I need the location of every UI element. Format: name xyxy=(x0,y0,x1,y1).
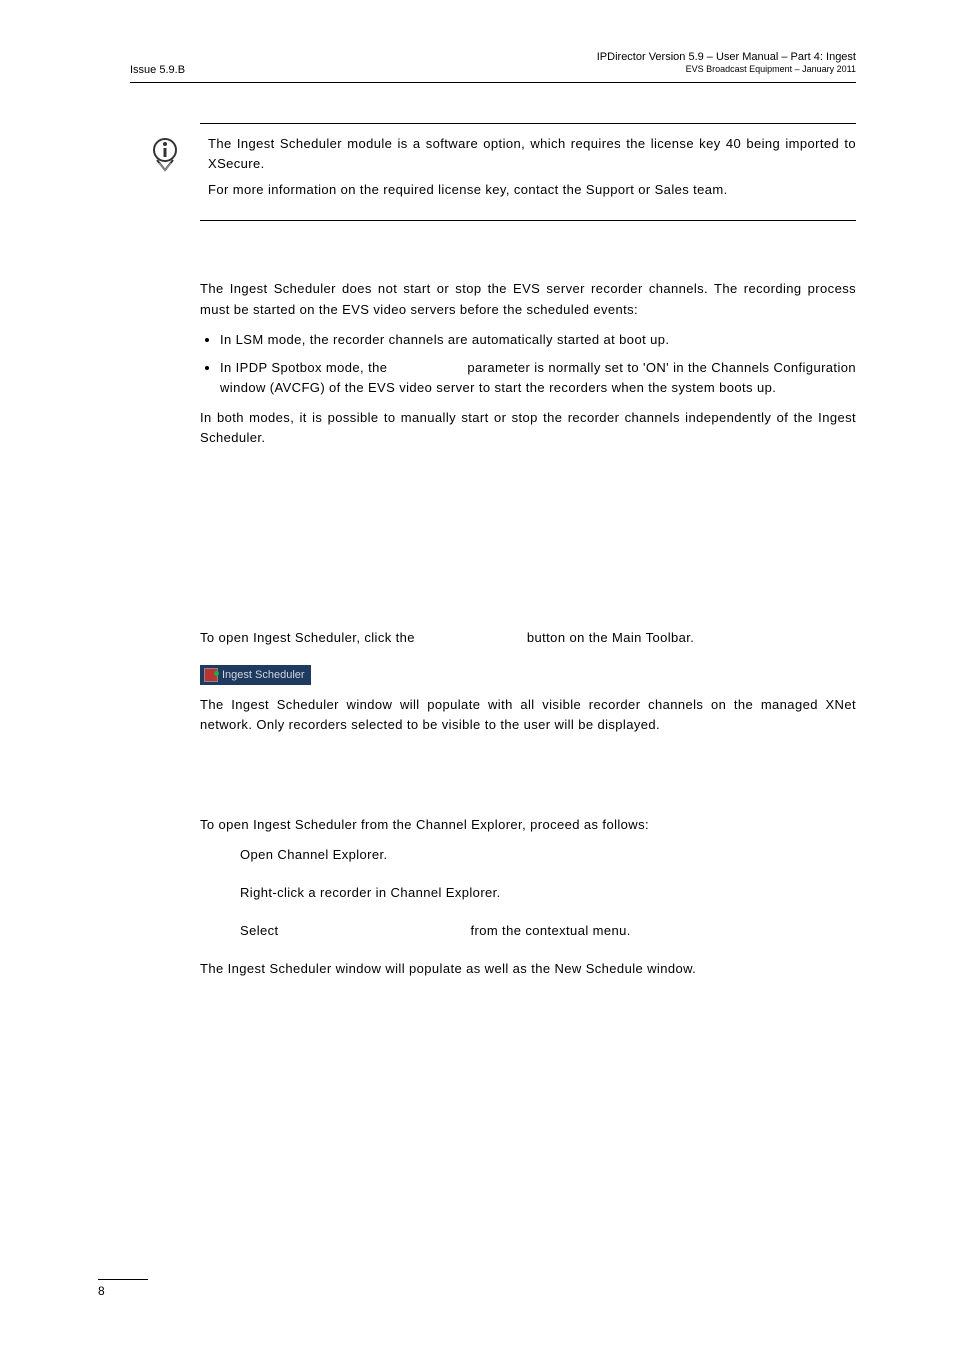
sec1-p1a: To open Ingest Scheduler, click the xyxy=(200,630,419,645)
header-title: IPDirector Version 5.9 – User Manual – P… xyxy=(597,50,856,64)
body1-p1: The Ingest Scheduler does not start or s… xyxy=(200,279,856,319)
note-p1: The Ingest Scheduler module is a softwar… xyxy=(208,134,856,174)
scheduler-icon xyxy=(204,668,218,682)
note-text: The Ingest Scheduler module is a softwar… xyxy=(208,134,856,206)
page-number-rule xyxy=(98,1279,148,1280)
note-box: The Ingest Scheduler module is a softwar… xyxy=(200,123,856,221)
sec2-intro: To open Ingest Scheduler from the Channe… xyxy=(200,815,856,835)
page-header: Issue 5.9.B IPDirector Version 5.9 – Use… xyxy=(130,50,856,80)
sec2-outro: The Ingest Scheduler window will populat… xyxy=(200,959,856,979)
header-right: IPDirector Version 5.9 – User Manual – P… xyxy=(597,50,856,76)
step3a: Select xyxy=(240,923,283,938)
sec1-p1b: button on the Main Toolbar. xyxy=(523,630,694,645)
steps-list: Open Channel Explorer. Right-click a rec… xyxy=(240,845,856,941)
header-issue: Issue 5.9.B xyxy=(130,64,185,76)
bullet-2a: In IPDP Spotbox mode, the xyxy=(220,360,391,375)
step-3: Select Record Scheduler > Schedule from … xyxy=(240,921,856,941)
step3b: from the contextual menu. xyxy=(466,923,630,938)
body-block-1: The Ingest Scheduler does not start or s… xyxy=(200,279,856,448)
body1-p2: In both modes, it is possible to manuall… xyxy=(200,408,856,448)
step-1: Open Channel Explorer. xyxy=(240,845,856,865)
sec1-p2: The Ingest Scheduler window will populat… xyxy=(200,695,856,735)
header-subtitle: EVS Broadcast Equipment – January 2011 xyxy=(597,64,856,76)
sec1-p1: To open Ingest Scheduler, click the Inge… xyxy=(200,628,856,648)
bullet-1: In LSM mode, the recorder channels are a… xyxy=(220,330,856,350)
note-icon xyxy=(140,134,190,206)
section-open-toolbar: To open Ingest Scheduler, click the Inge… xyxy=(200,628,856,734)
button-label-text: Ingest Scheduler xyxy=(222,668,305,680)
header-rule xyxy=(130,82,856,83)
note-p2: For more information on the required lic… xyxy=(208,180,856,200)
page-number: 8 xyxy=(98,1282,105,1298)
bullet-2: In IPDP Spotbox mode, the AutoRecord par… xyxy=(220,358,856,398)
bullet-list: In LSM mode, the recorder channels are a… xyxy=(200,330,856,398)
ingest-scheduler-button-image: Ingest Scheduler xyxy=(200,659,856,695)
section-open-channel-explorer: To open Ingest Scheduler from the Channe… xyxy=(200,815,856,980)
step-2: Right-click a recorder in Channel Explor… xyxy=(240,883,856,903)
